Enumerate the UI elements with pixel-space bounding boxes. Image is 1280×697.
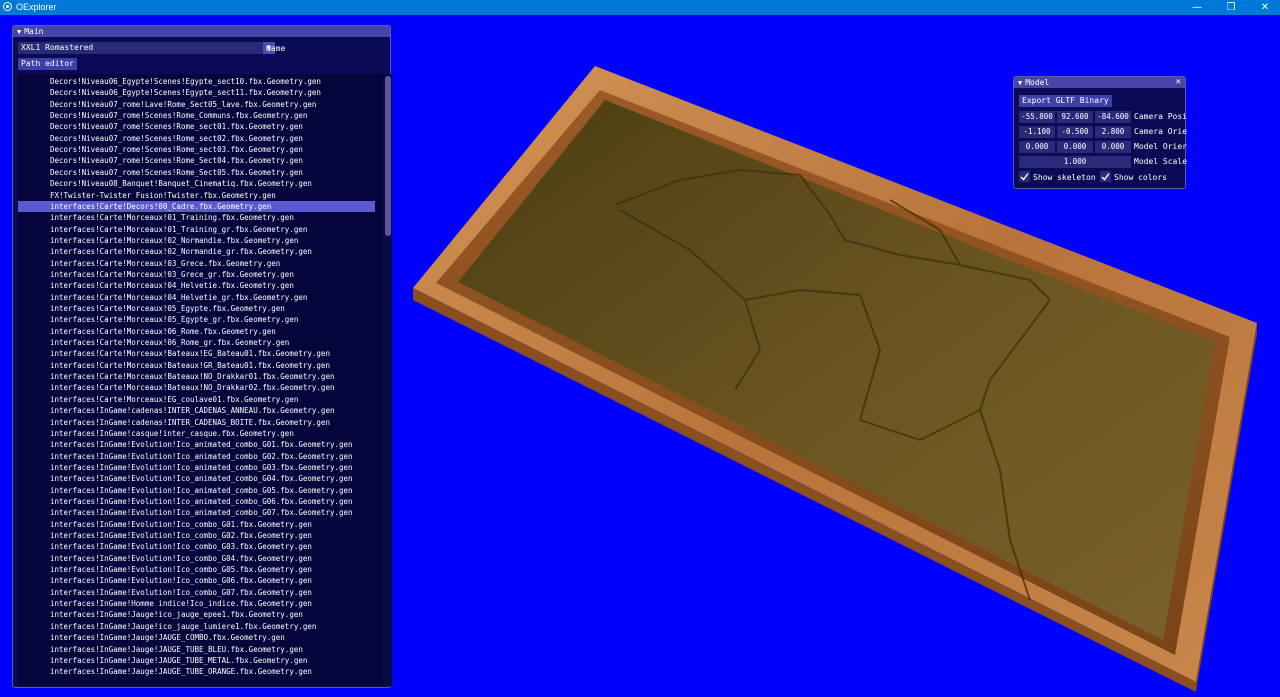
close-window-button[interactable]: ✕ — [1248, 0, 1280, 15]
scrollbar-thumb[interactable] — [385, 76, 391, 236]
file-list-item[interactable]: interfaces!Carte!Morceaux!05_Egypte_gr.f… — [18, 314, 375, 325]
game-select-value: XXL1 Romastered — [21, 43, 94, 52]
show-skeleton-checkbox[interactable] — [1019, 171, 1030, 182]
file-list-item[interactable]: interfaces!InGame!Evolution!Ico_combo_G0… — [18, 575, 375, 586]
export-gltf-button[interactable]: Export GLTF Binary — [1019, 95, 1112, 107]
show-skeleton-label: Show skeleton — [1033, 173, 1096, 182]
file-list-item[interactable]: Decors!Niveau06_Egypte!Scenes!Egypte_sec… — [18, 76, 375, 87]
file-list-item[interactable]: interfaces!Carte!Morceaux!06_Rome_gr.fbx… — [18, 337, 375, 348]
game-select[interactable]: XXL1 Romastered — [18, 42, 264, 54]
file-list-item[interactable]: interfaces!Carte!Morceaux!Bateaux!EG_Bat… — [18, 348, 375, 359]
camera-position-y[interactable]: 92.600 — [1057, 111, 1093, 123]
file-list-item[interactable]: Decors!Niveau07_rome!Scenes!Rome_sect02.… — [18, 133, 375, 144]
file-list-item[interactable]: interfaces!Carte!Morceaux!EG_coulave01.f… — [18, 394, 375, 405]
file-list-item[interactable]: interfaces!InGame!Jauge!JAUGE_COMBO.fbx.… — [18, 632, 375, 643]
file-list-item[interactable]: interfaces!InGame!Jauge!JAUGE_TUBE_ORANG… — [18, 666, 375, 677]
model-scale-field[interactable]: 1.000 — [1019, 156, 1131, 168]
file-list-item[interactable]: interfaces!InGame!casque!inter_casque.fb… — [18, 428, 375, 439]
file-list-item[interactable]: interfaces!Carte!Morceaux!03_Grece_gr.fb… — [18, 269, 375, 280]
file-list-item[interactable]: interfaces!InGame!Evolution!Ico_animated… — [18, 451, 375, 462]
collapse-triangle-icon[interactable]: ▼ — [17, 27, 21, 38]
camera-orientation-y[interactable]: -0.500 — [1057, 126, 1093, 138]
file-list-item[interactable]: interfaces!InGame!Jauge!JAUGE_TUBE_BLEU.… — [18, 644, 375, 655]
file-list-item[interactable]: Decors!Niveau07_rome!Scenes!Rome_Sect04.… — [18, 155, 375, 166]
main-panel-header[interactable]: ▼ Main — [13, 26, 390, 37]
collapse-triangle-icon[interactable]: ▼ — [1018, 78, 1022, 89]
file-list-item[interactable]: interfaces!Carte!Morceaux!02_Normandie_g… — [18, 246, 375, 257]
camera-position-x[interactable]: -55.800 — [1019, 111, 1055, 123]
file-list-item[interactable]: interfaces!InGame!cadenas!INTER_CADENAS_… — [18, 417, 375, 428]
file-list-scrollbar[interactable] — [384, 74, 392, 686]
camera-position-label: Camera Posi — [1134, 112, 1187, 121]
file-list-item[interactable]: interfaces!Carte!Morceaux!01_Training.fb… — [18, 212, 375, 223]
file-list-item[interactable]: interfaces!InGame!Evolution!Ico_animated… — [18, 439, 375, 450]
file-list-item[interactable]: interfaces!InGame!Jauge!JAUGE_TUBE_METAL… — [18, 655, 375, 666]
file-list-item[interactable]: interfaces!InGame!Evolution!Ico_combo_G0… — [18, 530, 375, 541]
model-scale-label: Model Scale — [1134, 157, 1187, 166]
camera-orientation-x[interactable]: -1.100 — [1019, 126, 1055, 138]
file-list-item[interactable]: Decors!Niveau06_Egypte!Scenes!Egypte_sec… — [18, 87, 375, 98]
file-list-item[interactable]: interfaces!Carte!Morceaux!02_Normandie.f… — [18, 235, 375, 246]
file-list-item[interactable]: interfaces!InGame!Evolution!Ico_combo_G0… — [18, 553, 375, 564]
show-colors-label: Show colors — [1114, 173, 1167, 182]
file-list-item[interactable]: interfaces!InGame!Evolution!Ico_animated… — [18, 462, 375, 473]
file-list-item[interactable]: interfaces!InGame!Evolution!Ico_animated… — [18, 496, 375, 507]
model-orientation-y[interactable]: 0.000 — [1057, 141, 1093, 153]
file-list-item[interactable]: Decors!Niveau07_rome!Scenes!Rome_Communs… — [18, 110, 375, 121]
window-title: OExplorer — [16, 2, 57, 12]
model-orientation-z[interactable]: 0.000 — [1095, 141, 1131, 153]
camera-orientation-z[interactable]: 2.800 — [1095, 126, 1131, 138]
file-list[interactable]: Decors!Niveau06_Egypte!Scenes!Egypte_sec… — [18, 74, 383, 686]
checkmark-icon — [1101, 173, 1110, 181]
file-list-item[interactable]: interfaces!InGame!Evolution!Ico_combo_G0… — [18, 587, 375, 598]
model-panel-title: Model — [1025, 78, 1050, 87]
file-list-item[interactable]: interfaces!Carte!Decors!00_Cadre.fbx.Geo… — [18, 200, 375, 213]
game-label: Game — [266, 44, 286, 53]
app-icon — [3, 2, 12, 11]
file-list-item[interactable]: Decors!Niveau07_rome!Scenes!Rome_sect01.… — [18, 121, 375, 132]
file-list-item[interactable]: FX!Twister-Twister Fusion!Twister.fbx.Ge… — [18, 190, 375, 201]
checkmark-icon — [1020, 173, 1029, 181]
minimize-button[interactable]: — — [1180, 0, 1214, 15]
file-list-item[interactable]: interfaces!Carte!Morceaux!05_Egypte.fbx.… — [18, 303, 375, 314]
file-list-item[interactable]: Decors!Niveau08_Banquet!Banquet_Cinemati… — [18, 178, 375, 189]
close-icon[interactable]: ✕ — [1176, 77, 1181, 88]
model-panel: ▼ Model ✕ Export GLTF Binary -55.800 92.6… — [1013, 76, 1187, 189]
file-list-item[interactable]: interfaces!Carte!Morceaux!04_Helvetie.fb… — [18, 280, 375, 291]
file-list-item[interactable]: interfaces!InGame!Evolution!Ico_animated… — [18, 507, 375, 518]
file-list-item[interactable]: interfaces!Carte!Morceaux!Bateaux!NO_Dra… — [18, 371, 375, 382]
model-orientation-label: Model Orier — [1134, 142, 1187, 151]
file-list-item[interactable]: interfaces!InGame!Evolution!Ico_animated… — [18, 473, 375, 484]
file-list-item[interactable]: interfaces!InGame!Jauge!ico_jauge_lumier… — [18, 621, 375, 632]
file-list-item[interactable]: interfaces!InGame!Jauge!ico_jauge_epee1.… — [18, 609, 375, 620]
model-panel-header[interactable]: ▼ Model ✕ — [1014, 77, 1185, 88]
file-list-item[interactable]: interfaces!InGame!Evolution!Ico_combo_G0… — [18, 541, 375, 552]
file-list-item[interactable]: interfaces!Carte!Morceaux!06_Rome.fbx.Ge… — [18, 326, 375, 337]
title-bar: OExplorer — ❐ ✕ — [0, 0, 1280, 15]
file-list-item[interactable]: Decors!Niveau07_rome!Scenes!Rome_Sect05.… — [18, 167, 375, 178]
camera-position-z[interactable]: -84.600 — [1095, 111, 1131, 123]
file-list-item[interactable]: interfaces!InGame!Evolution!Ico_combo_G0… — [18, 564, 375, 575]
file-list-item[interactable]: Decors!Niveau07_rome!Scenes!Rome_sect03.… — [18, 144, 375, 155]
show-colors-checkbox[interactable] — [1100, 171, 1111, 182]
camera-orientation-label: Camera Orie — [1134, 127, 1187, 136]
file-list-item[interactable]: interfaces!Carte!Morceaux!Bateaux!GR_Bat… — [18, 360, 375, 371]
file-list-item[interactable]: interfaces!Carte!Morceaux!01_Training_gr… — [18, 224, 375, 235]
file-list-item[interactable]: interfaces!InGame!Evolution!Ico_animated… — [18, 485, 375, 496]
file-list-item[interactable]: interfaces!Carte!Morceaux!Bateaux!NO_Dra… — [18, 382, 375, 393]
file-list-item[interactable]: interfaces!Carte!Morceaux!03_Grece.fbx.G… — [18, 258, 375, 269]
file-list-item[interactable]: interfaces!InGame!cadenas!INTER_CADENAS_… — [18, 405, 375, 416]
path-editor-button[interactable]: Path editor — [18, 58, 77, 70]
file-list-item[interactable]: Decors!Niveau07_rome!Lave!Rome_Sect05_la… — [18, 99, 375, 110]
maximize-button[interactable]: ❐ — [1214, 0, 1248, 15]
model-orientation-x[interactable]: 0.000 — [1019, 141, 1055, 153]
main-panel-title: Main — [24, 27, 44, 36]
file-list-item[interactable]: interfaces!InGame!Homme indice!Ico_indic… — [18, 598, 375, 609]
file-list-item[interactable]: interfaces!Carte!Morceaux!04_Helvetie_gr… — [18, 292, 375, 303]
main-panel: ▼ Main XXL1 Romastered ▼ Game Path editor… — [12, 25, 392, 688]
file-list-item[interactable]: interfaces!InGame!Evolution!Ico_combo_G0… — [18, 519, 375, 530]
